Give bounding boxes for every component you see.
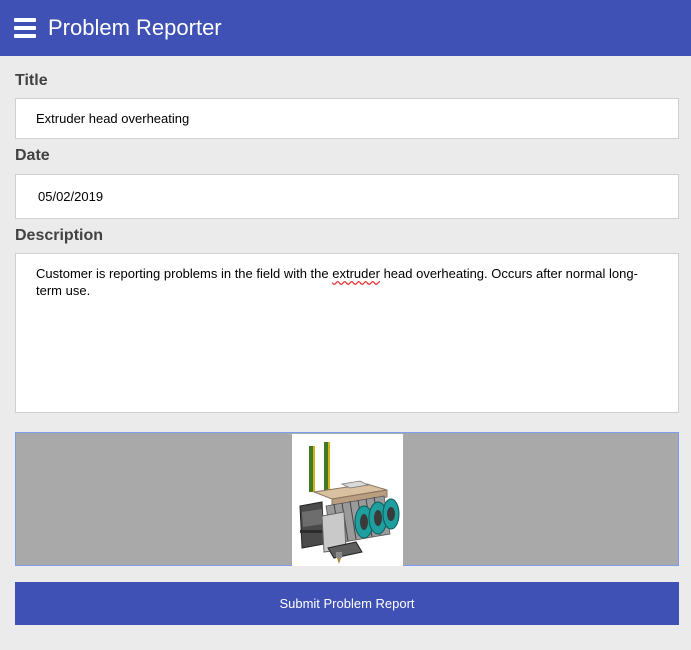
attachment-image-panel[interactable] — [15, 432, 679, 566]
title-label: Title — [15, 72, 48, 89]
description-textarea[interactable]: Customer is reporting problems in the fi… — [15, 253, 679, 413]
submit-problem-report-button[interactable]: Submit Problem Report — [15, 582, 679, 625]
app-header: Problem Reporter — [0, 0, 691, 56]
misspelled-word: extruder — [332, 266, 380, 281]
description-label: Description — [15, 227, 104, 244]
title-input[interactable] — [15, 98, 679, 139]
date-label: Date — [15, 147, 50, 164]
extruder-illustration — [299, 442, 400, 564]
hamburger-menu-icon[interactable] — [14, 18, 36, 38]
extruder-image[interactable] — [292, 434, 403, 566]
date-input[interactable] — [15, 174, 679, 219]
description-text-start: Customer is reporting problems in the fi… — [36, 266, 333, 281]
app-title: Problem Reporter — [48, 15, 222, 40]
